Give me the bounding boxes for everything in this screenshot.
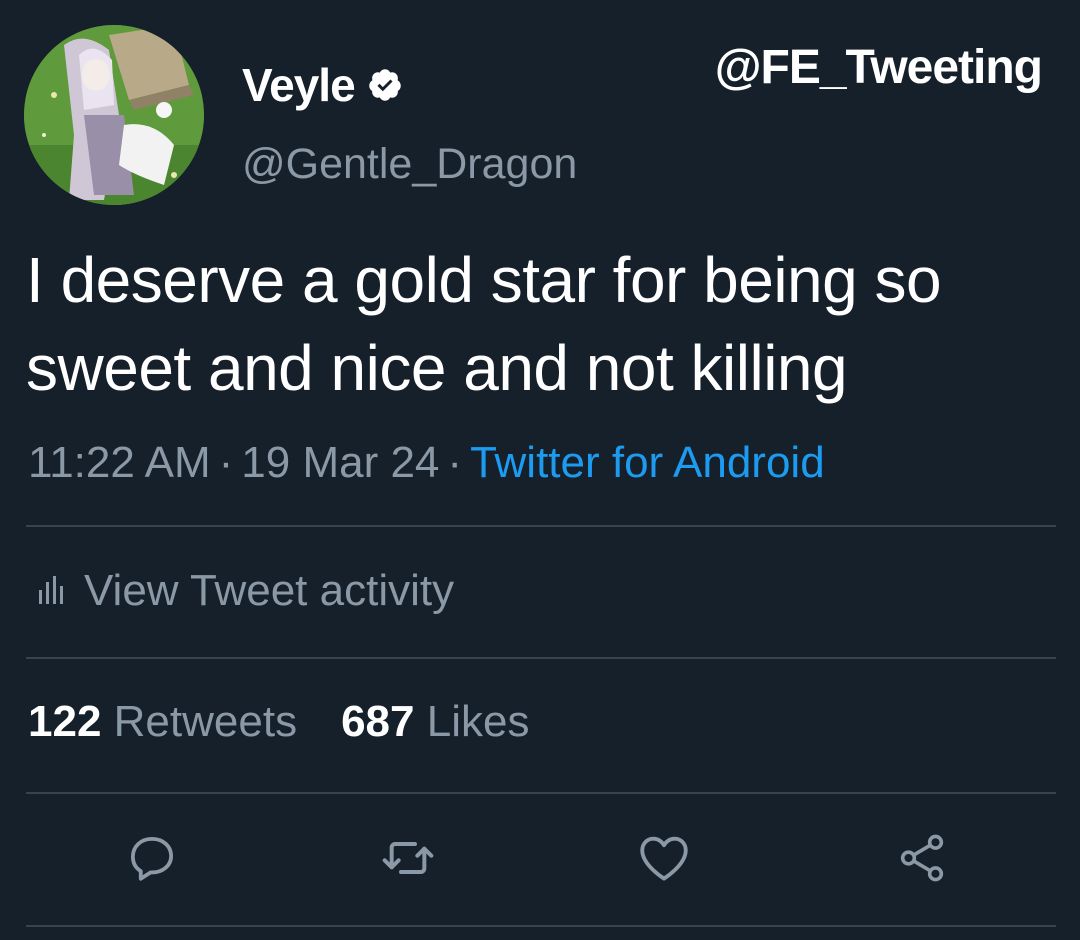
view-tweet-activity-button[interactable]: View Tweet activity	[38, 566, 454, 616]
tweet-meta: 11:22 AM · 19 Mar 24 · Twitter for Android	[28, 438, 825, 488]
retweets-count: 122	[28, 697, 102, 746]
divider	[26, 525, 1056, 527]
tweet-time: 11:22 AM	[28, 438, 211, 487]
likes-stat[interactable]: 687 Likes	[341, 697, 529, 746]
display-name-text: Veyle	[242, 59, 356, 111]
share-icon	[895, 831, 949, 890]
tweet-source-link[interactable]: Twitter for Android	[470, 438, 825, 487]
retweet-icon	[380, 830, 436, 891]
view-tweet-activity-label: View Tweet activity	[84, 566, 455, 615]
divider	[26, 925, 1056, 927]
verified-badge-icon	[367, 67, 403, 103]
avatar[interactable]	[24, 25, 204, 205]
retweets-stat[interactable]: 122 Retweets	[28, 697, 297, 746]
likes-count: 687	[341, 697, 415, 746]
reply-button[interactable]	[122, 830, 182, 890]
divider	[26, 792, 1056, 794]
meta-separator: ·	[447, 438, 463, 487]
retweet-button[interactable]	[378, 830, 438, 890]
watermark-label: @FE_Tweeting	[714, 41, 1043, 94]
tweet-stats: 122 Retweets 687 Likes	[28, 697, 529, 747]
display-name[interactable]: Veyle	[242, 58, 403, 112]
meta-separator: ·	[218, 438, 234, 487]
likes-label: Likes	[426, 697, 530, 746]
user-handle[interactable]: @Gentle_Dragon	[242, 140, 577, 189]
retweets-label: Retweets	[113, 697, 298, 746]
tweet-date: 19 Mar 24	[241, 438, 440, 487]
reply-icon	[125, 831, 179, 890]
share-button[interactable]	[892, 830, 952, 890]
avatar-image	[24, 25, 204, 205]
like-icon	[635, 829, 693, 892]
divider	[26, 657, 1056, 659]
analytics-icon	[38, 576, 64, 606]
like-button[interactable]	[634, 830, 694, 890]
tweet-text: I deserve a gold star for being so sweet…	[26, 244, 942, 404]
